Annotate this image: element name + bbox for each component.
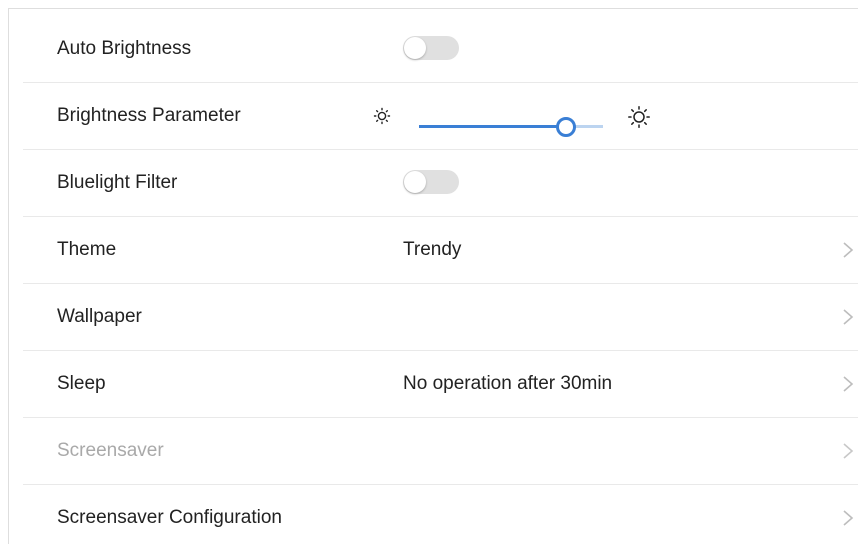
theme-row[interactable]: Theme Trendy: [23, 217, 858, 284]
brightness-slider[interactable]: [373, 83, 673, 149]
bluelight-filter-toggle[interactable]: [403, 170, 459, 194]
sun-large-icon: [628, 106, 650, 128]
sleep-value: No operation after 30min: [403, 373, 613, 394]
sleep-row[interactable]: Sleep No operation after 30min: [23, 351, 858, 418]
auto-brightness-toggle[interactable]: [403, 36, 459, 60]
brightness-parameter-label: Brightness Parameter: [57, 105, 241, 126]
toggle-knob: [404, 171, 426, 193]
theme-value: Trendy: [403, 239, 462, 260]
display-settings-panel: Auto Brightness Brightness Parameter Blu…: [8, 8, 858, 544]
chevron-right-icon: [843, 376, 854, 392]
wallpaper-label: Wallpaper: [57, 306, 142, 327]
toggle-knob: [404, 37, 426, 59]
auto-brightness-label: Auto Brightness: [57, 38, 192, 59]
bluelight-filter-label: Bluelight Filter: [57, 172, 178, 193]
sun-small-icon: [373, 107, 391, 125]
chevron-right-icon: [843, 309, 854, 325]
bluelight-filter-row: Bluelight Filter: [23, 150, 858, 217]
screensaver-configuration-label: Screensaver Configuration: [57, 507, 282, 528]
screensaver-label: Screensaver: [57, 440, 164, 461]
screensaver-configuration-row[interactable]: Screensaver Configuration: [23, 485, 858, 552]
chevron-right-icon: [843, 510, 854, 526]
chevron-right-icon: [843, 443, 854, 459]
sleep-label: Sleep: [57, 373, 106, 394]
auto-brightness-row: Auto Brightness: [23, 16, 858, 83]
slider-fill: [419, 125, 566, 128]
screensaver-row[interactable]: Screensaver: [23, 418, 858, 485]
theme-label: Theme: [57, 239, 117, 260]
wallpaper-row[interactable]: Wallpaper: [23, 284, 858, 351]
brightness-parameter-row: Brightness Parameter: [23, 83, 858, 150]
slider-thumb[interactable]: [556, 117, 576, 137]
chevron-right-icon: [843, 242, 854, 258]
